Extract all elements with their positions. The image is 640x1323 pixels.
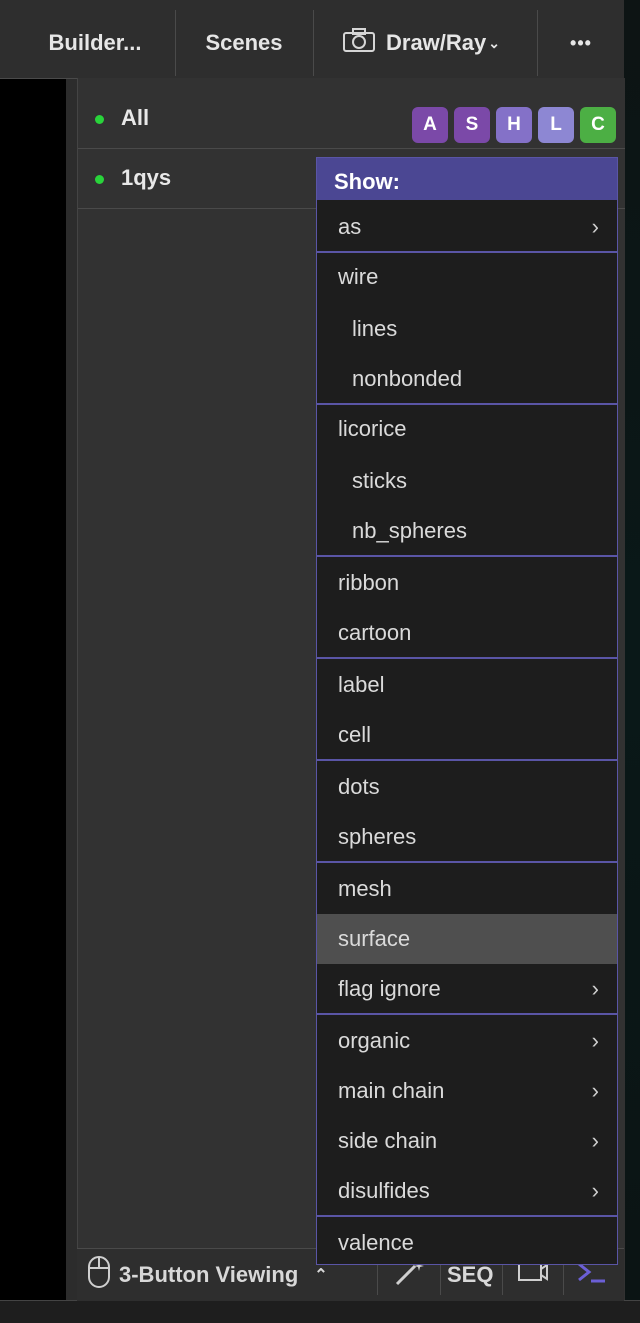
enabled-indicator[interactable]: [95, 175, 104, 184]
menu-item-label: lines: [352, 316, 398, 341]
menu-item-valence[interactable]: valence: [317, 1218, 617, 1268]
status-bar: [0, 1300, 640, 1323]
menu-item-label[interactable]: label: [317, 660, 617, 710]
menu-item-nonbonded[interactable]: nonbonded: [317, 354, 617, 404]
toolbar-divider: [537, 10, 538, 76]
menu-item-label: wire: [338, 264, 379, 289]
menu-separator: [317, 657, 617, 659]
menu-item-label: surface: [338, 926, 411, 951]
object-row-all[interactable]: All A S H L C: [78, 88, 625, 149]
menu-item-spheres[interactable]: spheres: [317, 812, 617, 862]
chevron-right-icon: ›: [591, 976, 599, 1001]
menu-separator: [317, 1215, 617, 1217]
menu-item-disulfides[interactable]: disulfides ›: [317, 1166, 617, 1216]
action-button[interactable]: A: [412, 107, 448, 143]
show-button[interactable]: S: [454, 107, 490, 143]
menu-separator: [317, 861, 617, 863]
menu-item-sticks[interactable]: sticks: [317, 456, 617, 506]
menu-separator: [317, 403, 617, 405]
chevron-right-icon: ›: [591, 1028, 599, 1053]
menu-item-dots[interactable]: dots: [317, 762, 617, 812]
menu-item-lines[interactable]: lines: [317, 304, 617, 354]
more-icon: •••: [570, 32, 592, 53]
viewer-edge: [624, 0, 640, 1300]
menu-item-as[interactable]: as ›: [317, 202, 617, 252]
panel-divider[interactable]: [66, 78, 77, 1300]
chevron-right-icon: ›: [591, 214, 599, 239]
object-name: All: [121, 105, 150, 130]
menu-item-surface[interactable]: surface: [317, 914, 617, 964]
menu-item-label: mesh: [338, 876, 392, 901]
chevron-right-icon: ›: [591, 1078, 599, 1103]
mouse-mode-button[interactable]: 3-Button Viewing ⌃: [87, 1249, 328, 1301]
mouse-icon: [87, 1255, 111, 1295]
menu-separator: [317, 555, 617, 557]
menu-item-label: licorice: [338, 416, 407, 441]
menu-item-label: organic: [338, 1028, 411, 1053]
scenes-button[interactable]: Scenes: [186, 10, 302, 76]
menu-item-ribbon[interactable]: ribbon: [317, 558, 617, 608]
label-button[interactable]: L: [538, 107, 574, 143]
menu-item-label: disulfides: [338, 1178, 430, 1203]
menu-separator: [317, 759, 617, 761]
menu-item-flag-ignore[interactable]: flag ignore ›: [317, 964, 617, 1014]
menu-title: Show:: [317, 158, 617, 200]
toolbar-divider: [313, 10, 314, 76]
menu-item-label: cartoon: [338, 620, 412, 645]
menu-item-label: nonbonded: [352, 366, 463, 391]
color-button[interactable]: C: [580, 107, 616, 143]
menu-item-cell[interactable]: cell: [317, 710, 617, 760]
builder-button[interactable]: Builder...: [26, 10, 164, 76]
menu-item-label: main chain: [338, 1078, 445, 1103]
menu-item-main-chain[interactable]: main chain ›: [317, 1066, 617, 1116]
show-menu: Show: as › wire lines nonbonded licorice stick…: [316, 157, 618, 1265]
chevron-right-icon: ›: [591, 1128, 599, 1153]
menu-item-label: sticks: [352, 468, 407, 493]
menu-item-label: valence: [338, 1230, 414, 1255]
builder-label: Builder...: [48, 30, 142, 55]
chevron-up-icon: ⌃: [314, 1267, 328, 1284]
menu-separator: [317, 251, 617, 253]
menu-item-label: dots: [338, 774, 380, 799]
drawray-label: Draw/Ray: [386, 30, 487, 55]
menu-item-label: flag ignore: [338, 976, 441, 1001]
menu-item-label: spheres: [338, 824, 417, 849]
menu-item-licorice[interactable]: licorice: [317, 404, 617, 454]
mouse-mode-label: 3-Button Viewing: [119, 1262, 299, 1287]
drawray-button[interactable]: Draw/Ray ⌄: [330, 10, 526, 76]
camera-icon: [342, 27, 376, 59]
menu-item-mesh[interactable]: mesh: [317, 864, 617, 914]
menu-item-label: side chain: [338, 1128, 438, 1153]
chevron-down-icon: ⌄: [488, 34, 501, 51]
menu-item-side-chain[interactable]: side chain ›: [317, 1116, 617, 1166]
menu-separator: [317, 1013, 617, 1015]
menu-item-nb-spheres[interactable]: nb_spheres: [317, 506, 617, 556]
top-toolbar: Builder... Scenes Draw/Ray ⌄ •••: [0, 0, 624, 79]
more-button[interactable]: •••: [548, 10, 614, 76]
menu-item-label: ribbon: [338, 570, 400, 595]
menu-item-label: as: [338, 214, 362, 239]
menu-item-label: cell: [338, 722, 372, 747]
hide-button[interactable]: H: [496, 107, 532, 143]
menu-item-label: nb_spheres: [352, 518, 467, 543]
toolbar-divider: [175, 10, 176, 76]
enabled-indicator[interactable]: [95, 115, 104, 124]
menu-item-wire[interactable]: wire: [317, 252, 617, 302]
chevron-right-icon: ›: [591, 1178, 599, 1203]
menu-item-organic[interactable]: organic ›: [317, 1016, 617, 1066]
scenes-label: Scenes: [205, 30, 283, 55]
menu-item-label: label: [338, 672, 385, 697]
viewer-area[interactable]: [0, 78, 66, 1300]
object-name: 1qys: [121, 165, 172, 190]
menu-item-cartoon[interactable]: cartoon: [317, 608, 617, 658]
